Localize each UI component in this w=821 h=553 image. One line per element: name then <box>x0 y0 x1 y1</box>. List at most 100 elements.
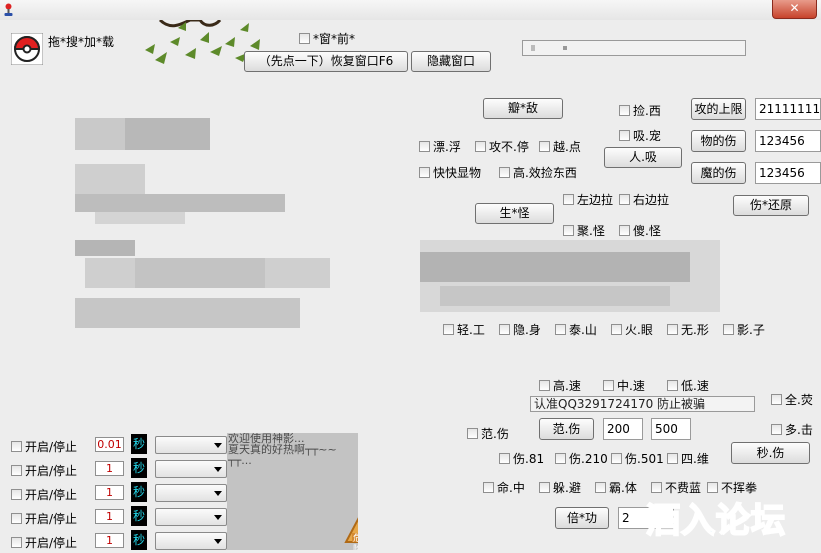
status-field[interactable] <box>522 40 746 56</box>
timer-interval-field[interactable]: 1 <box>95 485 124 500</box>
timer-dropdown[interactable] <box>155 532 227 550</box>
range-damage-checkbox[interactable]: 范.伤 <box>467 425 509 442</box>
chevron-down-icon <box>214 491 222 496</box>
dmg501-checkbox[interactable]: 伤.501 <box>611 450 664 467</box>
stealth-label: 隐.身 <box>513 323 541 337</box>
timer-interval-field[interactable]: 0.01 <box>95 437 124 452</box>
timer-checkbox[interactable]: 开启/停止 <box>11 462 77 479</box>
attack-nonstop-checkbox[interactable]: 攻不.停 <box>475 138 529 155</box>
sec-damage-button[interactable]: 秒.伤 <box>731 442 810 464</box>
timer-label: 开启/停止 <box>25 512 78 526</box>
dodge-checkbox[interactable]: 躲.避 <box>539 479 581 496</box>
overlord-checkbox[interactable]: 霸.体 <box>595 479 637 496</box>
multiplier-button[interactable]: 倍*功 <box>555 507 609 529</box>
pickup-label: 捡.西 <box>633 104 661 118</box>
float-checkbox[interactable]: 漂.浮 <box>419 138 461 155</box>
hit-checkbox[interactable]: 命.中 <box>483 479 525 496</box>
fire-eye-checkbox[interactable]: 火.眼 <box>611 321 653 338</box>
low-speed-checkbox[interactable]: 低.速 <box>667 377 709 394</box>
spawn-button[interactable]: 生*怪 <box>475 203 554 224</box>
range-min-field[interactable]: 200 <box>603 418 643 440</box>
magic-damage-button[interactable]: 魔的伤 <box>691 162 746 184</box>
log-panel[interactable]: 欢迎使用神影... 夏天真的好热啊┬┬~~ ┬┬... 危险 <box>227 433 358 550</box>
absorb-pet-checkbox[interactable]: 吸.宠 <box>619 127 661 144</box>
blurred-list <box>75 118 330 331</box>
dmg210-checkbox[interactable]: 伤.210 <box>555 450 608 467</box>
mid-speed-checkbox[interactable]: 中.速 <box>603 377 645 394</box>
cross-point-label: 越.点 <box>553 140 581 154</box>
dmg501-label: 伤.501 <box>625 452 664 466</box>
efficient-pick-checkbox[interactable]: 高.效捡东西 <box>499 164 577 181</box>
left-pull-label: 左边拉 <box>577 193 614 207</box>
attack-limit-field[interactable]: 211111111 <box>755 98 821 120</box>
mid-speed-label: 中.速 <box>617 379 645 393</box>
dmg81-checkbox[interactable]: 伤.81 <box>499 450 544 467</box>
right-pull-checkbox[interactable]: 右边拉 <box>619 191 669 208</box>
timer-dropdown[interactable] <box>155 460 227 478</box>
freeze-monster-label: 傻.怪 <box>633 224 661 238</box>
window-front-label: *窗*前* <box>313 32 356 46</box>
formless-label: 无.形 <box>681 323 709 337</box>
phys-damage-button[interactable]: 物的伤 <box>691 130 746 152</box>
pickup-checkbox[interactable]: 捡.西 <box>619 102 661 119</box>
stealth-checkbox[interactable]: 隐.身 <box>499 321 541 338</box>
overlord-label: 霸.体 <box>609 481 637 495</box>
timer-checkbox[interactable]: 开启/停止 <box>11 510 77 527</box>
window-front-checkbox[interactable]: *窗*前* <box>299 30 355 47</box>
formless-checkbox[interactable]: 无.形 <box>667 321 709 338</box>
range-damage-button[interactable]: 范.伤 <box>539 418 594 440</box>
full-def-checkbox[interactable]: 全.荧 <box>771 391 813 408</box>
mountain-checkbox[interactable]: 泰.山 <box>555 321 597 338</box>
range-damage-cb-label: 范.伤 <box>481 427 509 441</box>
attack-nonstop-label: 攻不.停 <box>489 140 529 154</box>
gather-monster-checkbox[interactable]: 聚.怪 <box>563 222 605 239</box>
shadow-checkbox[interactable]: 影.子 <box>723 321 765 338</box>
timer-interval-field[interactable]: 1 <box>95 533 124 548</box>
timer-dropdown[interactable] <box>155 484 227 502</box>
hide-window-button[interactable]: 隐藏窗口 <box>411 51 491 72</box>
cross-point-checkbox[interactable]: 越.点 <box>539 138 581 155</box>
log-line: ┬┬... <box>228 454 252 467</box>
timer-interval-field[interactable]: 1 <box>95 461 124 476</box>
phys-damage-field[interactable]: 123456 <box>755 130 821 152</box>
timer-checkbox[interactable]: 开启/停止 <box>11 486 77 503</box>
hit-label: 命.中 <box>497 481 525 495</box>
timer-dropdown[interactable] <box>155 436 227 454</box>
shadow-label: 影.子 <box>737 323 765 337</box>
drag-search-label[interactable]: 拖*搜*加*载 <box>48 33 114 50</box>
light-work-checkbox[interactable]: 轻.工 <box>443 321 485 338</box>
seconds-unit: 秒 <box>131 506 147 526</box>
multi-hit-label: 多.击 <box>785 423 813 437</box>
full-def-label: 全.荧 <box>785 393 813 407</box>
freeze-monster-checkbox[interactable]: 傻.怪 <box>619 222 661 239</box>
seconds-unit: 秒 <box>131 530 147 550</box>
timer-label: 开启/停止 <box>25 464 78 478</box>
timer-dropdown[interactable] <box>155 508 227 526</box>
high-speed-checkbox[interactable]: 高.速 <box>539 377 581 394</box>
damage-restore-button[interactable]: 伤*还原 <box>733 195 809 216</box>
four-dim-checkbox[interactable]: 四.维 <box>667 450 709 467</box>
mountain-label: 泰.山 <box>569 323 597 337</box>
magic-damage-field[interactable]: 123456 <box>755 162 821 184</box>
sweep-button[interactable]: 瓣*敌 <box>483 98 563 119</box>
restore-window-button[interactable]: （先点一下）恢复窗口F6 <box>244 51 408 72</box>
timer-checkbox[interactable]: 开启/停止 <box>11 534 77 551</box>
multi-hit-checkbox[interactable]: 多.击 <box>771 421 813 438</box>
left-pull-checkbox[interactable]: 左边拉 <box>563 191 613 208</box>
timer-label: 开启/停止 <box>25 488 78 502</box>
timer-label: 开启/停止 <box>25 536 78 550</box>
dodge-label: 躲.避 <box>553 481 581 495</box>
chevron-down-icon <box>214 539 222 544</box>
dmg210-label: 伤.210 <box>569 452 608 466</box>
fast-show-checkbox[interactable]: 快快显物 <box>419 164 481 181</box>
low-speed-label: 低.速 <box>681 379 709 393</box>
timer-checkbox[interactable]: 开启/停止 <box>11 438 77 455</box>
dmg81-label: 伤.81 <box>513 452 545 466</box>
qq-notice-field[interactable]: 认准QQ3291724170 防止被骗 <box>530 396 755 412</box>
gather-monster-label: 聚.怪 <box>577 224 605 238</box>
range-max-field[interactable]: 500 <box>651 418 691 440</box>
close-button[interactable]: ✕ <box>772 0 817 19</box>
attack-limit-button[interactable]: 攻的上限 <box>691 98 746 120</box>
absorb-button[interactable]: 人.吸 <box>604 147 682 168</box>
timer-interval-field[interactable]: 1 <box>95 509 124 524</box>
